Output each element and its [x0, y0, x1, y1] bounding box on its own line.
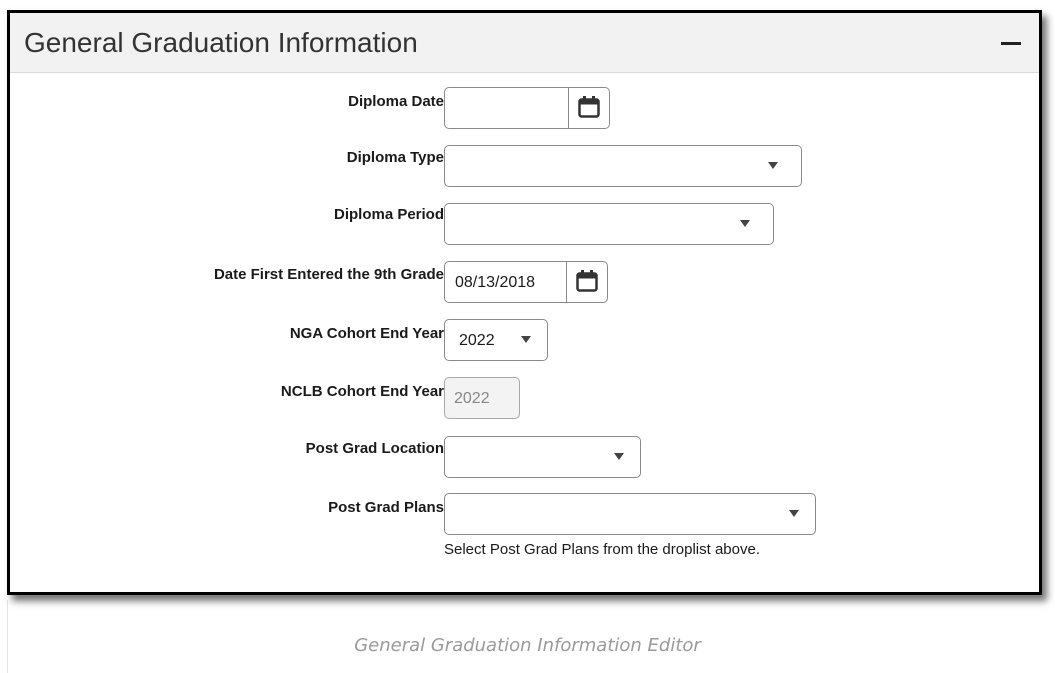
post-grad-plans-helper: Select Post Grad Plans from the droplist… — [444, 541, 760, 558]
panel-title: General Graduation Information — [24, 27, 418, 58]
figure-caption: General Graduation Information Editor — [354, 635, 701, 656]
calendar-icon — [576, 270, 598, 292]
date-first-9th-calendar-button[interactable] — [566, 262, 607, 302]
nga-cohort-label: NGA Cohort End Year: — [289, 325, 449, 342]
minus-icon — [1001, 42, 1021, 45]
date-first-9th-value: 08/13/2018 — [455, 274, 536, 291]
diploma-period-select[interactable] — [444, 203, 774, 245]
date-first-9th-field[interactable]: 08/13/2018 — [444, 261, 608, 303]
panel-header: General Graduation Information — [10, 13, 1039, 73]
diploma-type-label: Diploma Type: — [346, 149, 449, 166]
diploma-date-calendar-button[interactable] — [568, 88, 609, 128]
diploma-type-select[interactable] — [444, 145, 802, 187]
chevron-down-icon — [768, 162, 778, 169]
chevron-down-icon — [521, 336, 531, 343]
chevron-down-icon — [740, 220, 750, 227]
post-grad-plans-label: Post Grad Plans: — [328, 499, 449, 516]
nga-cohort-value: 2022 — [459, 332, 495, 349]
collapse-button[interactable] — [1001, 29, 1021, 55]
diploma-period-label: Diploma Period: — [333, 206, 449, 223]
post-grad-plans-select[interactable] — [444, 493, 816, 535]
diploma-date-field[interactable] — [444, 87, 610, 129]
date-first-9th-label: Date First Entered the 9th Grade: — [213, 266, 449, 283]
chevron-down-icon — [614, 453, 624, 460]
post-grad-location-select[interactable] — [444, 436, 641, 478]
calendar-icon — [578, 96, 600, 118]
diploma-date-label: Diploma Date: — [348, 93, 449, 110]
nclb-cohort-field: 2022 — [444, 377, 520, 419]
nga-cohort-select[interactable]: 2022 — [444, 319, 548, 361]
chevron-down-icon — [789, 510, 799, 517]
post-grad-location-label: Post Grad Location: — [305, 440, 449, 457]
nclb-cohort-value: 2022 — [454, 390, 490, 407]
nclb-cohort-label: NCLB Cohort End Year: — [280, 383, 449, 400]
